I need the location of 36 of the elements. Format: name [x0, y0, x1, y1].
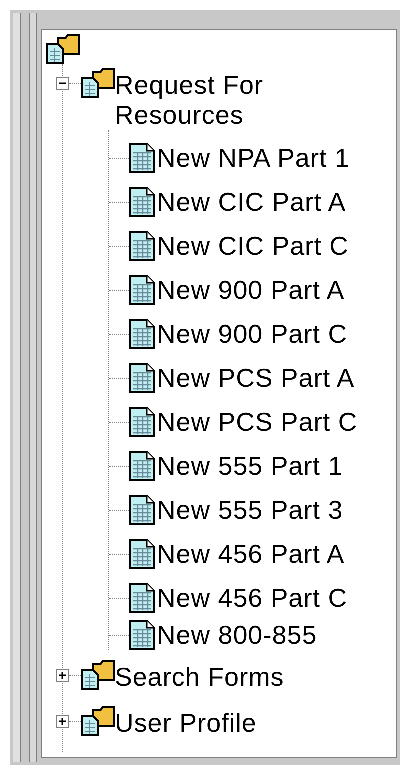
expand-button[interactable]	[56, 668, 69, 682]
document-icon	[129, 451, 155, 481]
document-icon	[129, 495, 155, 525]
tree-item[interactable]: Request For Resources	[115, 70, 305, 130]
document-icon	[129, 363, 155, 393]
document-icon	[129, 407, 155, 437]
folder-document-icon	[81, 660, 115, 690]
document-icon	[129, 231, 155, 261]
plus-icon	[58, 716, 67, 726]
tree-item[interactable]: User Profile	[115, 708, 305, 738]
plus-icon	[58, 670, 67, 680]
tree-item[interactable]: New 555 Part 3	[157, 495, 344, 525]
tree-item[interactable]: New 555 Part 1	[157, 451, 344, 481]
collapse-button[interactable]	[56, 76, 69, 90]
document-icon	[129, 620, 155, 650]
tree-item[interactable]: New 456 Part A	[157, 539, 345, 569]
tree-item[interactable]: New 900 Part C	[157, 319, 348, 349]
tree-item[interactable]: New 800-855	[157, 620, 318, 650]
tree-item[interactable]: Search Forms	[115, 662, 305, 692]
document-icon	[129, 143, 155, 173]
tree-item[interactable]: New 900 Part A	[157, 275, 345, 305]
tree-item[interactable]: New CIC Part C	[157, 231, 349, 261]
document-icon	[129, 187, 155, 217]
tree-item[interactable]: New CIC Part A	[157, 187, 346, 217]
folder-document-icon	[81, 68, 115, 98]
tree-item[interactable]: New PCS Part A	[157, 363, 355, 393]
tree-item[interactable]: New PCS Part C	[157, 407, 358, 437]
document-icon	[129, 539, 155, 569]
folder-document-icon	[81, 706, 115, 736]
folder-document-icon	[46, 34, 80, 64]
expand-button[interactable]	[56, 714, 69, 728]
document-icon	[129, 319, 155, 349]
tree-item[interactable]: New 456 Part C	[157, 583, 348, 613]
tree-item[interactable]: New NPA Part 1	[157, 143, 350, 173]
document-icon	[129, 275, 155, 305]
document-icon	[129, 583, 155, 613]
